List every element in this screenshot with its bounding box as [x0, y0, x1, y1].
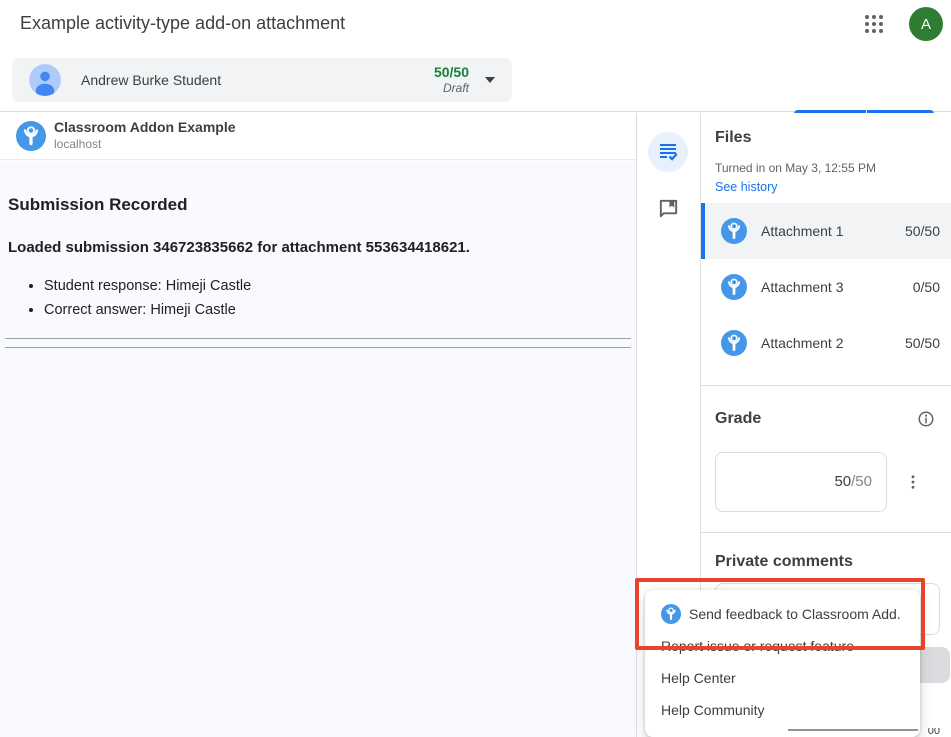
attachment-list: Attachment 1 50/50 Attachment 3 0/50 Att… [701, 203, 951, 371]
divider [5, 347, 631, 348]
grading-toolbar: Andrew Burke Student 50/50 Draft Not ret… [0, 48, 951, 112]
app-bar: Example activity-type add-on attachment … [0, 0, 951, 48]
screen: Example activity-type add-on attachment … [0, 0, 951, 737]
menu-item-send-feedback[interactable]: Send feedback to Classroom Add. [645, 598, 920, 630]
divider [5, 338, 631, 339]
files-heading: Files [715, 129, 751, 147]
menu-item-help-community[interactable]: Help Community [645, 694, 920, 726]
score-state: Draft [434, 81, 469, 96]
private-comments-heading: Private comments [715, 553, 853, 571]
help-menu: Send feedback to Classroom Add. Report i… [645, 590, 920, 737]
grade-max: /50 [851, 473, 872, 490]
page-title: Example activity-type add-on attachment [20, 13, 345, 34]
student-selector[interactable]: Andrew Burke Student 50/50 Draft [12, 58, 512, 102]
grade-section-header: Grade [715, 410, 935, 428]
info-icon[interactable] [917, 410, 935, 428]
addon-iframe-content: Submission Recorded Loaded submission 34… [0, 161, 636, 737]
menu-item-label: Help Center [661, 670, 736, 686]
turned-in-status: Turned in on May 3, 12:55 PM [715, 161, 876, 175]
menu-item-report-issue[interactable]: Report issue or request feature [645, 630, 920, 662]
addon-attachment-icon [721, 330, 747, 356]
account-avatar[interactable]: A [909, 7, 943, 41]
attachment-label: Attachment 1 [761, 223, 844, 239]
grading-tab-button[interactable] [648, 132, 688, 172]
divider [701, 385, 951, 386]
attachment-label: Attachment 3 [761, 279, 844, 295]
student-avatar-icon [29, 64, 61, 96]
attachment-row[interactable]: Attachment 2 50/50 [701, 315, 951, 371]
grade-input[interactable]: 50/50 [715, 452, 887, 512]
grade-menu-button[interactable] [904, 473, 922, 494]
grading-icon [656, 140, 680, 164]
addon-header: Classroom Addon Example localhost [0, 113, 636, 160]
clipped-text: 00 [928, 728, 940, 737]
submission-summary: Loaded submission 346723835662 for attac… [8, 239, 628, 256]
grade-value: 50 [834, 473, 851, 490]
student-name: Andrew Burke Student [81, 72, 221, 88]
attachment-label: Attachment 2 [761, 335, 844, 351]
attachment-score: 50/50 [905, 223, 940, 239]
divider [701, 532, 951, 533]
submission-heading: Submission Recorded [8, 195, 628, 215]
list-item: Correct answer: Himeji Castle [44, 298, 628, 322]
addon-attachment-icon [721, 274, 747, 300]
score-value: 50/50 [434, 64, 469, 82]
addon-logo-icon [661, 604, 681, 624]
kebab-icon [904, 473, 922, 491]
clipped-text-artifact: 00 [788, 728, 940, 737]
divider [788, 729, 918, 731]
comment-bank-tab-button[interactable] [657, 197, 680, 225]
addon-logo-icon [16, 121, 46, 151]
attachment-row[interactable]: Attachment 3 0/50 [701, 259, 951, 315]
list-item: Student response: Himeji Castle [44, 274, 628, 298]
addon-name: Classroom Addon Example [54, 119, 236, 135]
submission-details-list: Student response: Himeji Castle Correct … [8, 274, 628, 322]
student-score: 50/50 Draft [434, 64, 469, 97]
see-history-link[interactable]: See history [715, 180, 778, 194]
menu-item-help-center[interactable]: Help Center [645, 662, 920, 694]
menu-item-label: Send feedback to Classroom Add. [689, 606, 901, 622]
comment-bank-icon [657, 197, 680, 220]
addon-host: localhost [54, 137, 236, 151]
chevron-down-icon [485, 77, 495, 83]
addon-attachment-icon [721, 218, 747, 244]
addon-main-panel: Classroom Addon Example localhost Submis… [0, 113, 637, 737]
attachment-score: 50/50 [905, 335, 940, 351]
apps-grid-icon[interactable] [865, 15, 885, 35]
grade-heading: Grade [715, 410, 761, 428]
attachment-score: 0/50 [913, 279, 940, 295]
attachment-row[interactable]: Attachment 1 50/50 [701, 203, 951, 259]
addon-title-block: Classroom Addon Example localhost [54, 119, 236, 151]
menu-item-label: Report issue or request feature [661, 638, 854, 654]
menu-item-label: Help Community [661, 702, 764, 718]
